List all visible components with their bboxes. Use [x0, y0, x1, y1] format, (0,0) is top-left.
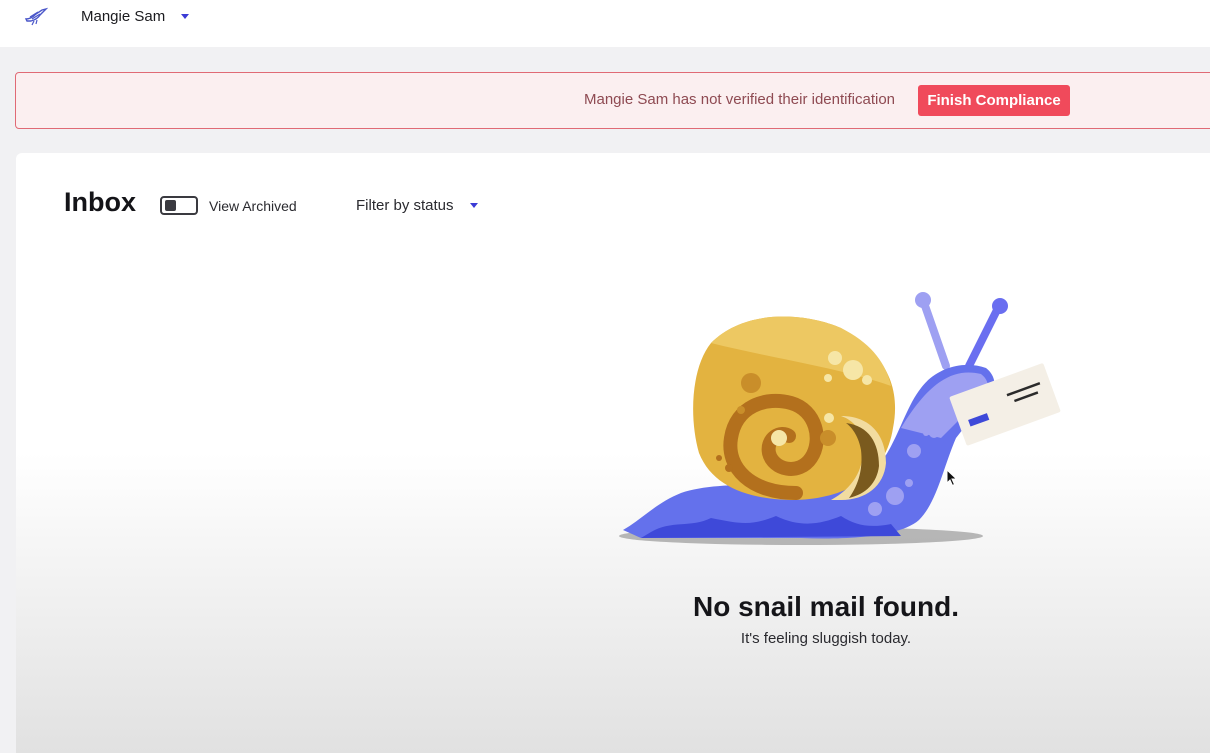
bird-logo-icon[interactable] — [24, 7, 48, 27]
compliance-alert-banner: Mangie Sam has not verified their identi… — [15, 72, 1210, 129]
toggle-knob — [165, 200, 176, 211]
chevron-down-icon — [469, 202, 478, 208]
snail-with-envelope-illustration — [619, 292, 1061, 545]
inbox-panel: Inbox View Archived Filter by status No … — [16, 153, 1210, 753]
filter-label: Filter by status — [356, 196, 454, 214]
filter-by-status-dropdown[interactable]: Filter by status — [356, 195, 478, 215]
chevron-down-icon — [181, 13, 190, 19]
empty-state-subtitle: It's feeling sluggish today. — [740, 630, 912, 647]
account-name: Mangie Sam — [81, 7, 166, 25]
alert-message: Mangie Sam has not verified their identi… — [584, 91, 896, 108]
account-switcher[interactable]: Mangie Sam — [81, 6, 190, 26]
page-title: Inbox — [64, 187, 136, 217]
empty-state-title: No snail mail found. — [692, 591, 959, 622]
view-archived-label: View Archived — [209, 198, 297, 214]
top-bar: Mangie Sam — [0, 0, 1210, 47]
mouse-pointer-icon — [946, 469, 958, 487]
finish-compliance-button[interactable]: Finish Compliance — [918, 85, 1070, 116]
view-archived-toggle[interactable] — [160, 196, 198, 215]
